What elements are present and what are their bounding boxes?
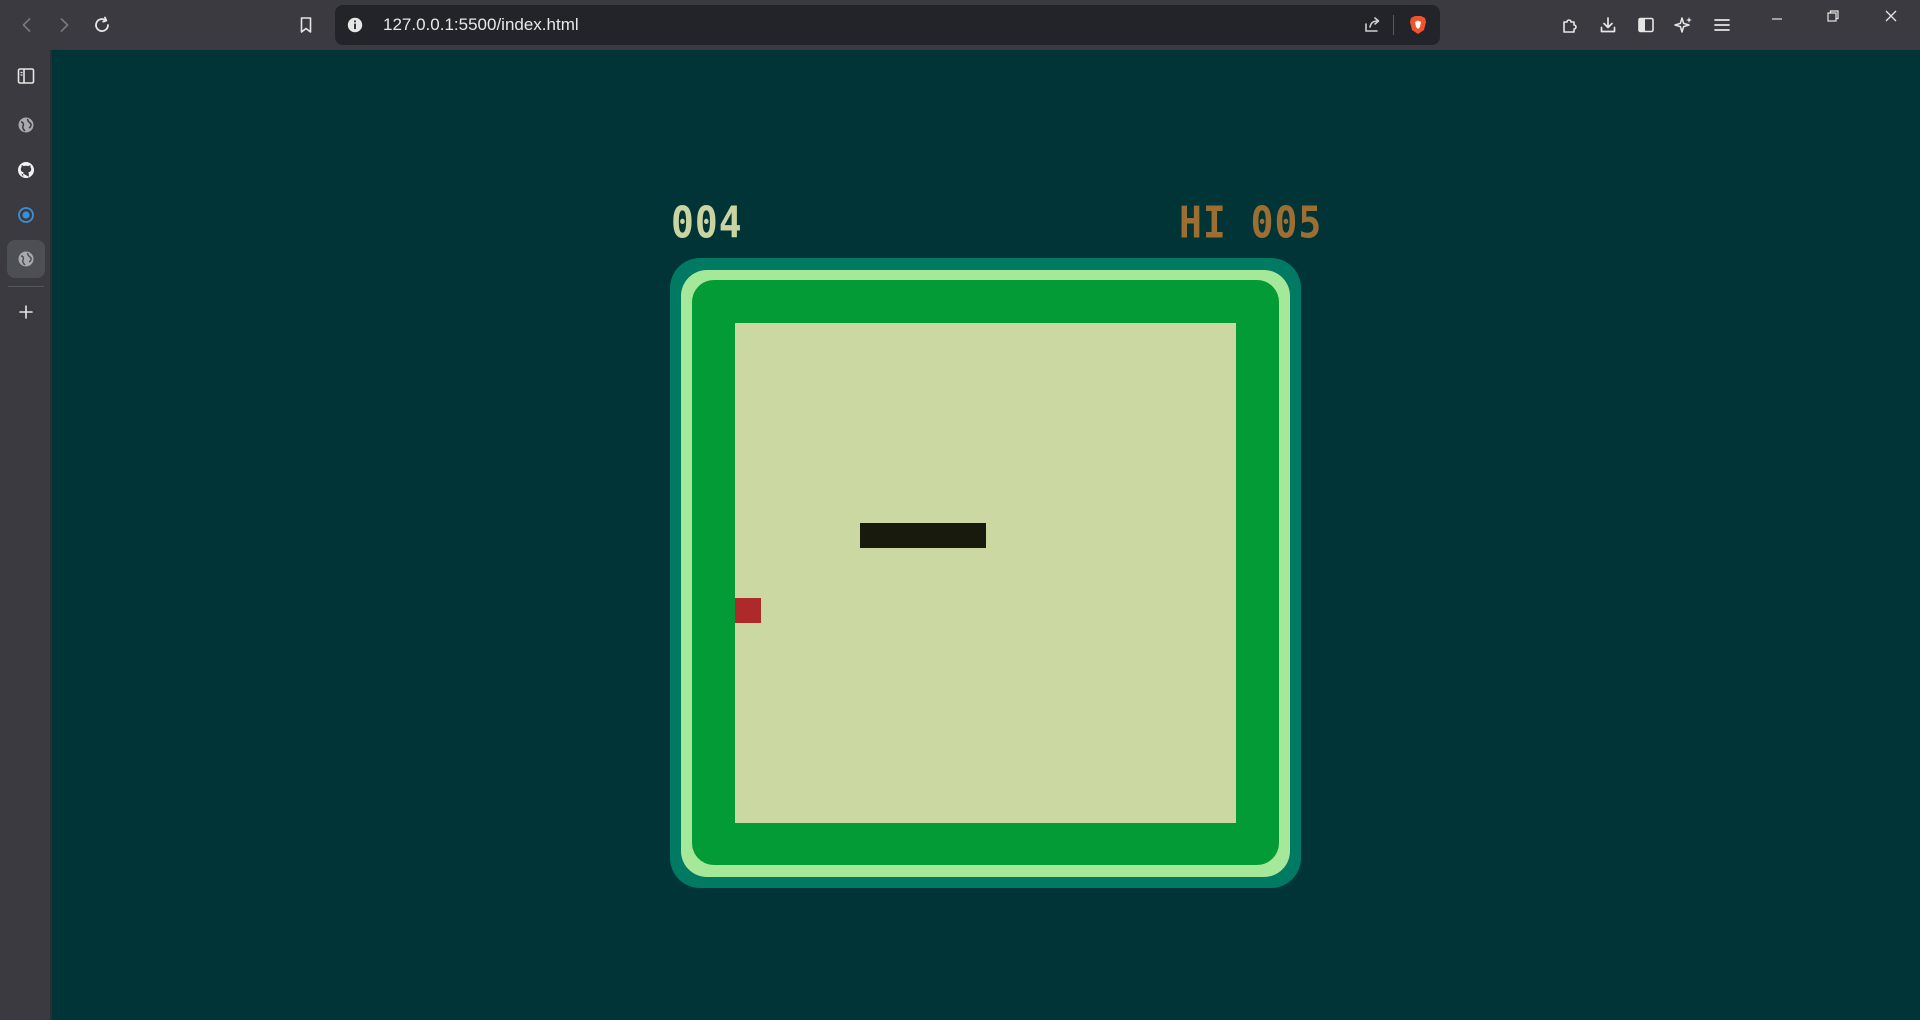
- sidebar-add-button[interactable]: [7, 293, 45, 331]
- food-pellet: [735, 598, 761, 623]
- sidebar-item-web[interactable]: [7, 106, 45, 144]
- share-button[interactable]: [1360, 13, 1384, 37]
- bookmark-button[interactable]: [290, 9, 322, 41]
- restore-button[interactable]: [1817, 0, 1849, 32]
- globe-icon: [18, 251, 34, 267]
- snake-segment: [910, 523, 937, 548]
- sidebar-toggle-button[interactable]: [1630, 9, 1662, 41]
- current-score: 004: [671, 197, 743, 248]
- back-arrow-icon: [22, 18, 31, 32]
- bookmark-icon: [300, 17, 312, 33]
- circle-dot-icon: [18, 207, 34, 223]
- sidebar-toggle-icon: [1638, 17, 1654, 33]
- sidebar-item-github[interactable]: [7, 151, 45, 189]
- address-bar-divider: [1393, 15, 1394, 35]
- github-icon: [18, 162, 34, 178]
- browser-toolbar: 127.0.0.1:5500/index.html: [0, 0, 1920, 50]
- sidebar-item-web-active[interactable]: [7, 240, 45, 278]
- puzzle-icon: [1563, 19, 1577, 33]
- game-board[interactable]: [735, 323, 1236, 823]
- snake-segment: [935, 523, 962, 548]
- sidebar-divider: [8, 286, 44, 287]
- extensions-button[interactable]: [1554, 9, 1586, 41]
- close-icon: [1885, 10, 1897, 22]
- forward-arrow-icon: [60, 18, 69, 32]
- main-menu-button[interactable]: [1706, 9, 1738, 41]
- sidebar-panel-icon: [17, 68, 35, 84]
- info-icon: [347, 17, 363, 33]
- download-icon: [1600, 17, 1616, 33]
- address-bar[interactable]: 127.0.0.1:5500/index.html: [335, 5, 1440, 45]
- high-score: HI 005: [1179, 197, 1323, 248]
- forward-button[interactable]: [48, 9, 80, 41]
- snake-segment: [860, 523, 887, 548]
- browser-sidebar: [0, 50, 52, 1020]
- plus-icon: [19, 305, 33, 319]
- minimize-icon: [1772, 18, 1782, 20]
- sparkle-icon: [1674, 17, 1692, 33]
- back-button[interactable]: [11, 9, 43, 41]
- reload-icon: [95, 16, 109, 32]
- globe-icon: [18, 117, 34, 133]
- reload-button[interactable]: [86, 9, 118, 41]
- snake-head: [960, 523, 987, 548]
- sidebar-panel-button[interactable]: [7, 57, 45, 95]
- minimize-button[interactable]: [1761, 0, 1793, 32]
- brave-shields-button[interactable]: [1406, 13, 1430, 37]
- url-text[interactable]: 127.0.0.1:5500/index.html: [383, 5, 579, 45]
- sidebar-item-pinned-site[interactable]: [7, 196, 45, 234]
- downloads-button[interactable]: [1592, 9, 1624, 41]
- site-info-button[interactable]: [345, 15, 365, 35]
- snake-segment: [885, 523, 912, 548]
- brave-shields-icon: [1410, 16, 1426, 34]
- restore-icon: [1827, 10, 1839, 22]
- close-window-button[interactable]: [1875, 0, 1907, 32]
- share-icon: [1365, 17, 1380, 32]
- leo-ai-button[interactable]: [1668, 9, 1700, 41]
- hamburger-icon: [1714, 19, 1730, 31]
